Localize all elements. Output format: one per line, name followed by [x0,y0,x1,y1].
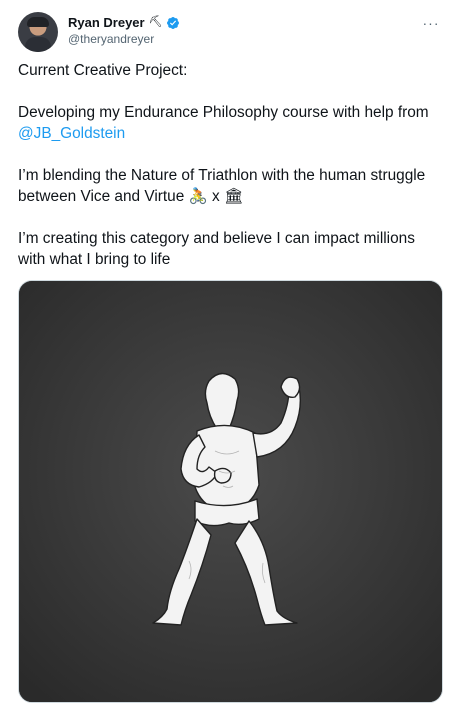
classical-building-emoji-icon: 🏛 [223,188,244,205]
avatar[interactable] [18,12,58,52]
display-name[interactable]: Ryan Dreyer [68,15,145,30]
tweet-line-2: Developing my Endurance Philosophy cours… [18,102,443,144]
tweet-line-3: I’m blending the Nature of Triathlon wit… [18,165,443,207]
boxer-illustration-icon [19,281,442,702]
mention-link[interactable]: @JB_Goldstein [18,125,125,142]
tweet-line-1: Current Creative Project: [18,62,188,79]
more-options-icon[interactable]: ··· [421,14,441,32]
verified-badge-icon [166,16,179,29]
tweet-text: Current Creative Project: Developing my … [18,60,443,291]
tweet-line-3-x: x [207,188,224,205]
tweet-line-2-text: Developing my Endurance Philosophy cours… [18,104,429,121]
author-handle[interactable]: @theryandreyer [68,32,180,46]
tweet-image[interactable] [18,280,443,703]
author-names: Ryan Dreyer ⛏ @theryandreyer [68,13,180,46]
tweet-line-4: I’m creating this category and believe I… [18,230,415,268]
bicycle-emoji-icon: 🚴 [188,188,208,205]
hammer-emoji-icon: ⛏ [148,16,163,28]
tweet-header: Ryan Dreyer ⛏ @theryandreyer ··· [18,12,443,52]
tweet-card[interactable]: Ryan Dreyer ⛏ @theryandreyer ··· Current… [0,0,457,713]
